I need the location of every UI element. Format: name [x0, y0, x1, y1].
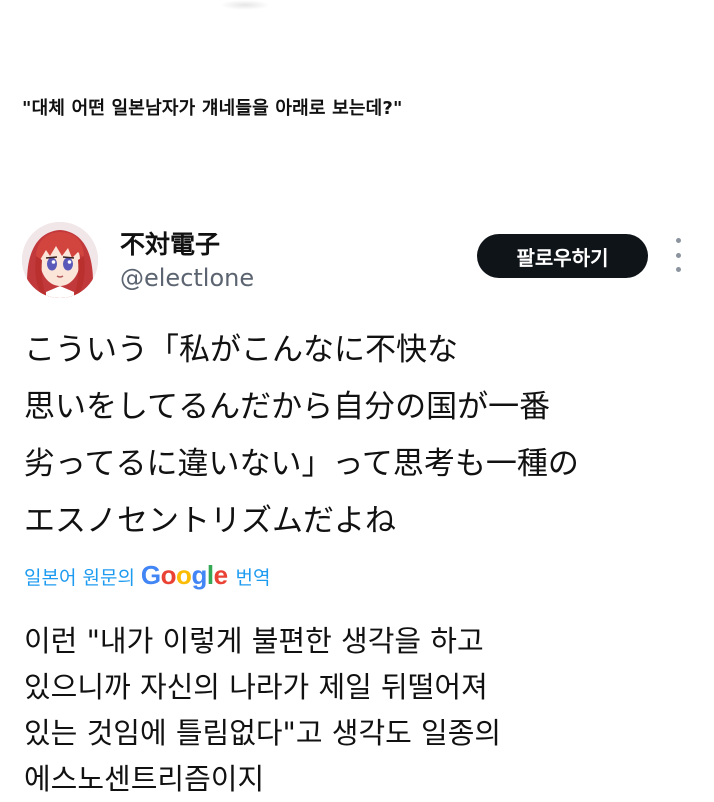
more-dot [675, 267, 681, 272]
caption-text: "대체 어떤 일본남자가 걔네들을 아래로 보는데?" [22, 98, 403, 119]
display-name[interactable]: 不対電子 [120, 225, 220, 261]
avatar[interactable] [22, 222, 98, 298]
anime-girl-avatar-icon [22, 222, 98, 298]
tweet-text-line: エスノセントリズムだよね [24, 503, 396, 539]
more-vertical-icon[interactable] [670, 238, 686, 272]
tweet-text: こういう「私がこんなに不快な 思いをしてるんだから自分の国が一番 劣ってるに違い… [24, 322, 704, 550]
tweet-text-line: 劣ってるに違いない」って思考も一種の [24, 446, 579, 482]
translated-text-line: 있는 것임에 틀림없다"고 생각도 일종의 [24, 716, 502, 750]
translated-text: 이런 "내가 이렇게 불편한 생각을 하고 있으니까 자신의 나라가 제일 뒤떨… [24, 618, 704, 802]
more-dot [675, 252, 681, 258]
tweet-text-line: こういう「私がこんなに不快な [24, 332, 458, 368]
google-logo: Google [140, 560, 228, 590]
follow-button[interactable]: 팔로우하기 [477, 234, 648, 278]
user-handle[interactable]: @electlone [120, 264, 254, 292]
translate-label-prefix: 일본어 원문의 [24, 567, 135, 589]
translate-label-suffix: 번역 [235, 567, 271, 589]
translated-text-line: 이런 "내가 이렇게 불편한 생각을 하고 [24, 624, 484, 658]
tweet-text-line: 思いをしてるんだから自分の国が一番 [24, 389, 551, 425]
translated-text-line: 있으니까 자신의 나라가 제일 뒤떨어져 [24, 670, 488, 704]
translated-text-line: 에스노센트리즘이지 [24, 762, 265, 796]
top-image-artifact [220, 0, 270, 10]
translate-link[interactable]: 일본어 원문의 Google 번역 [24, 560, 271, 591]
more-dot [675, 238, 681, 243]
